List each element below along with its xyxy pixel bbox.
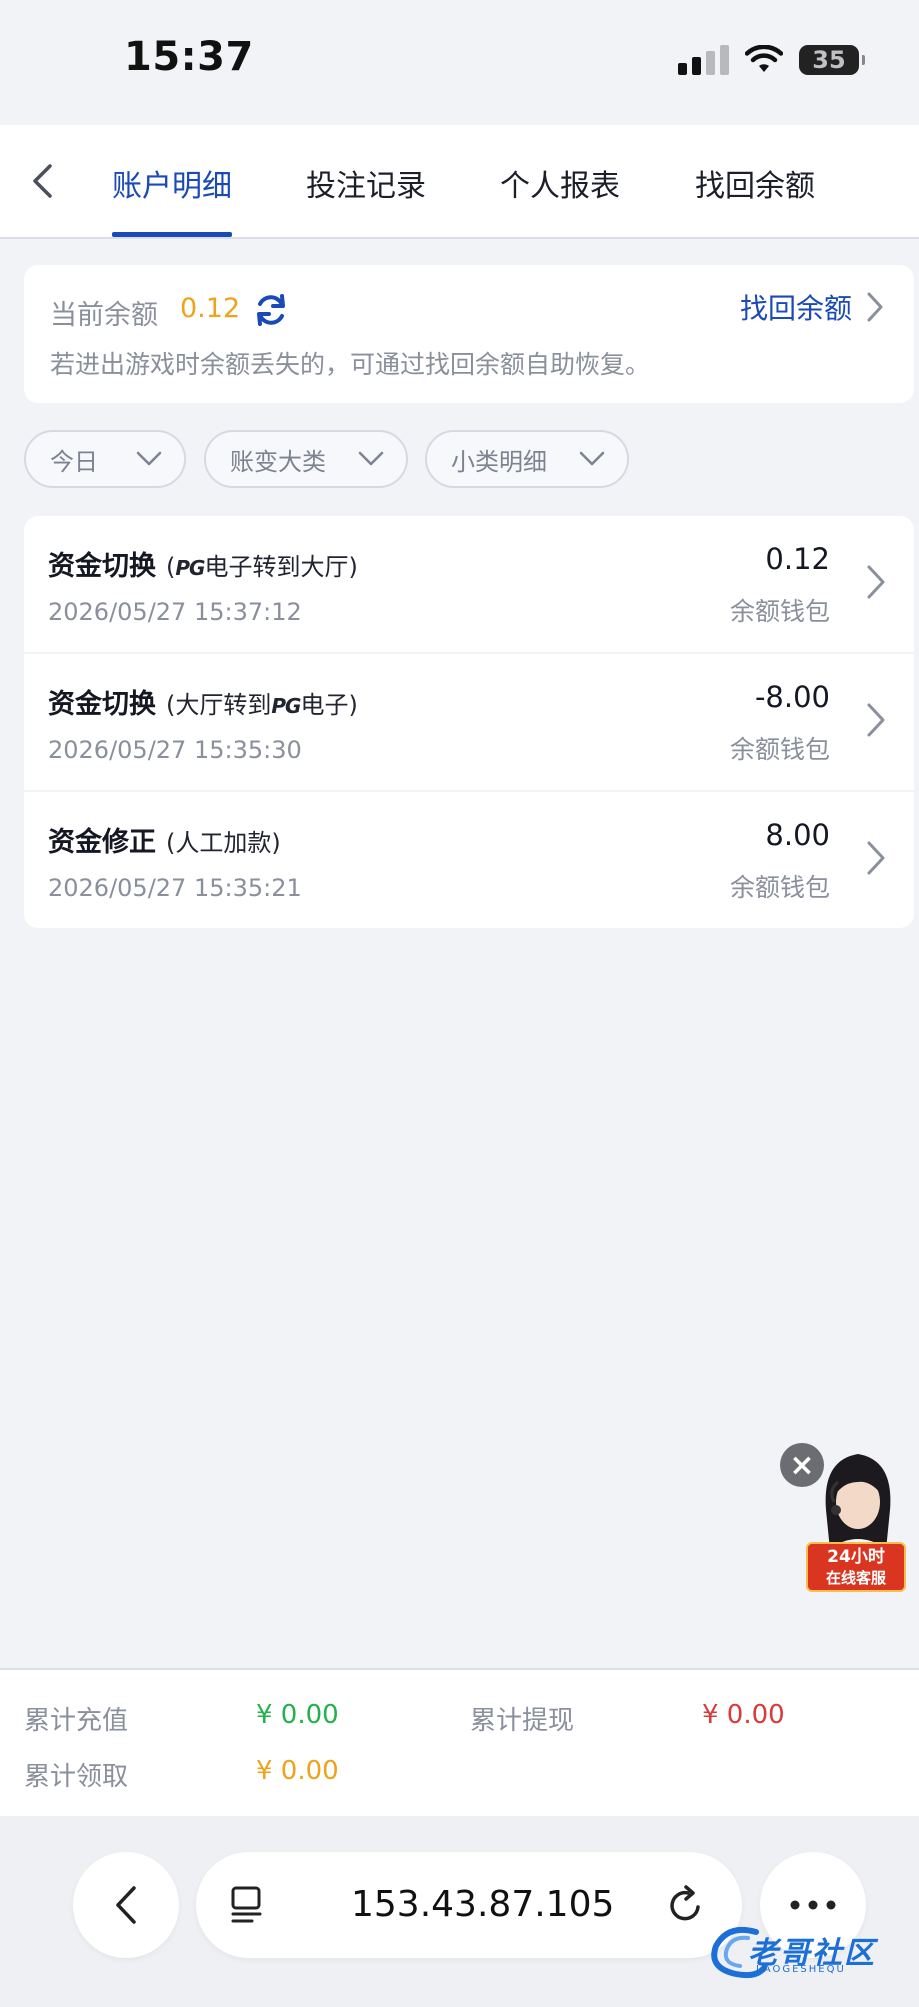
claim-value: ¥ 0.00 xyxy=(256,1756,339,1786)
record-amount: 0.12 xyxy=(765,542,830,576)
filter-date[interactable]: 今日 xyxy=(24,430,186,488)
close-icon[interactable]: × xyxy=(780,1443,824,1487)
filter-category-label: 账变大类 xyxy=(230,447,326,476)
list-item[interactable]: 资金切换 (PG电子转到大厅) 2026/05/27 15:37:12 0.12 … xyxy=(24,516,914,652)
pg-logo: PG xyxy=(175,556,205,580)
record-wallet: 余额钱包 xyxy=(729,873,830,902)
withdraw-label: 累计提现 xyxy=(470,1706,575,1736)
watermark-logo: 老哥社区 LAOGESHEQU xyxy=(708,1922,904,1982)
filter-subcategory-label: 小类明细 xyxy=(451,447,547,476)
status-bar: 15:37 35 xyxy=(0,0,919,125)
wifi-icon xyxy=(745,45,783,72)
chevron-right-icon xyxy=(867,565,885,599)
chevron-right-icon xyxy=(867,703,885,737)
more-icon xyxy=(790,1900,836,1910)
record-sub-pre: (人工加款) xyxy=(166,829,281,857)
watermark-subtext: LAOGESHEQU xyxy=(756,1964,846,1975)
deposit-label: 累计充值 xyxy=(24,1706,129,1736)
claim-label: 累计领取 xyxy=(24,1762,129,1792)
record-amount: 8.00 xyxy=(765,818,830,852)
list-item[interactable]: 资金切换 (大厅转到PG电子) 2026/05/27 15:35:30 -8.00… xyxy=(24,654,914,790)
refresh-icon[interactable] xyxy=(252,291,290,329)
reload-icon[interactable] xyxy=(666,1885,706,1925)
record-sub-pre: ( xyxy=(166,553,176,581)
record-wallet: 余额钱包 xyxy=(729,735,830,764)
balance-value: 0.12 xyxy=(180,293,241,324)
active-tab-indicator xyxy=(112,232,232,237)
recover-balance-label: 找回余额 xyxy=(739,292,852,325)
withdraw-value: ¥ 0.00 xyxy=(702,1700,785,1730)
summary-panel: 累计充值 ¥ 0.00 累计提现 ¥ 0.00 累计领取 ¥ 0.00 xyxy=(0,1668,919,1818)
chevron-right-icon xyxy=(867,292,883,322)
record-title: 资金切换 xyxy=(48,551,156,582)
chevron-down-icon xyxy=(579,451,605,466)
record-wallet: 余额钱包 xyxy=(729,597,830,626)
record-sub-rest: 电子) xyxy=(300,691,358,719)
cs-line2: 在线客服 xyxy=(825,1569,886,1587)
status-indicators: 35 xyxy=(678,40,865,80)
record-title: 资金切换 xyxy=(48,689,156,720)
recover-balance-link[interactable]: 找回余额 xyxy=(740,287,884,327)
record-sub-pre: (大厅转到 xyxy=(166,691,272,719)
balance-card: 当前余额 0.12 找回余额 若进出游戏时余额丢失的，可通过找回余额自助恢复。 xyxy=(24,265,914,403)
filter-subcategory[interactable]: 小类明细 xyxy=(425,430,629,488)
tab-personal-report[interactable]: 个人报表 xyxy=(500,161,620,205)
balance-hint: 若进出游戏时余额丢失的，可通过找回余额自助恢复。 xyxy=(50,350,651,379)
battery-icon: 35 xyxy=(799,45,865,75)
record-amount: -8.00 xyxy=(754,680,830,714)
customer-service-badge[interactable]: 24小时 在线客服 xyxy=(806,1542,906,1592)
cellular-signal-icon xyxy=(678,45,729,75)
chevron-left-icon xyxy=(33,164,52,198)
chevron-down-icon xyxy=(136,451,162,466)
tab-recover-balance[interactable]: 找回余额 xyxy=(695,161,815,205)
balance-label: 当前余额 xyxy=(50,300,158,331)
record-sub-rest: 电子转到大厅) xyxy=(204,553,358,581)
chevron-left-icon xyxy=(116,1886,136,1924)
status-time: 15:37 xyxy=(124,34,254,80)
record-title: 资金修正 xyxy=(48,827,156,858)
deposit-value: ¥ 0.00 xyxy=(256,1700,339,1730)
chevron-down-icon xyxy=(358,451,384,466)
browser-back-button[interactable] xyxy=(73,1852,179,1958)
filter-category[interactable]: 账变大类 xyxy=(204,430,408,488)
chevron-right-icon xyxy=(867,841,885,875)
url-text: 153.43.87.105 xyxy=(351,1884,615,1925)
record-time: 2026/05/27 15:35:21 xyxy=(48,874,302,902)
address-bar[interactable]: 153.43.87.105 xyxy=(196,1852,742,1958)
tabs-icon xyxy=(231,1886,262,1923)
filter-date-label: 今日 xyxy=(50,447,98,476)
back-button[interactable] xyxy=(22,159,62,203)
record-time: 2026/05/27 15:37:12 xyxy=(48,598,302,626)
tab-header: 账户明细 投注记录 个人报表 找回余额 xyxy=(0,125,919,239)
list-item[interactable]: 资金修正 (人工加款) 2026/05/27 15:35:21 8.00 余额钱包 xyxy=(24,792,914,928)
tab-account-details[interactable]: 账户明细 xyxy=(112,161,232,205)
cs-line1: 24小时 xyxy=(827,1547,885,1567)
record-time: 2026/05/27 15:35:30 xyxy=(48,736,302,764)
pg-logo: PG xyxy=(271,694,301,718)
tab-bet-records[interactable]: 投注记录 xyxy=(306,161,426,205)
